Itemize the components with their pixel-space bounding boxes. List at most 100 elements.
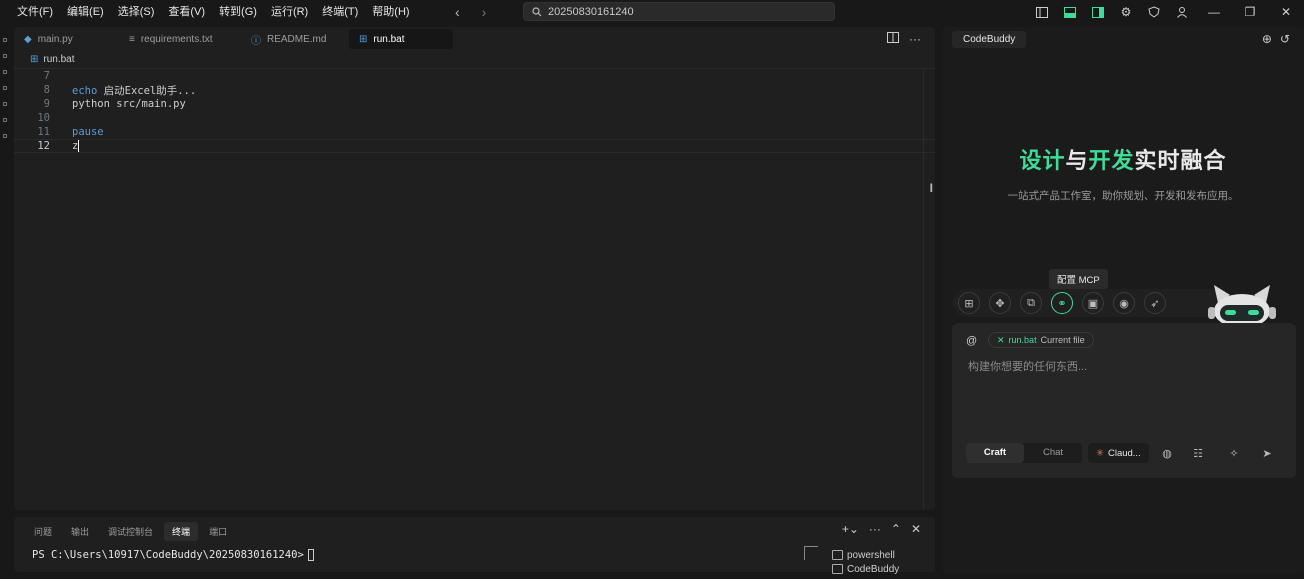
hero-part: 与 xyxy=(1065,148,1089,173)
minimize-icon[interactable]: — xyxy=(1196,0,1232,24)
checklist-icon[interactable]: ☷ xyxy=(1188,443,1208,463)
accounts-icon[interactable] xyxy=(3,134,7,138)
close-panel-icon[interactable]: ✕ xyxy=(911,522,921,536)
remote-icon[interactable] xyxy=(3,118,7,122)
toggle-panel-icon[interactable] xyxy=(1056,0,1084,24)
text-cursor-marker-icon: I xyxy=(929,181,933,195)
python-icon: ◆ xyxy=(24,33,32,45)
tab-output[interactable]: 输出 xyxy=(63,522,97,541)
more-actions-icon[interactable]: ··· xyxy=(869,522,881,536)
tab-run-bat[interactable]: ⊞ run.bat xyxy=(349,29,453,49)
line-number: 10 xyxy=(37,112,50,124)
tab-main-py[interactable]: ◆ main.py xyxy=(14,29,119,49)
close-icon[interactable]: ✕ xyxy=(1268,0,1304,24)
menu-edit[interactable]: 编辑(E) xyxy=(60,0,111,24)
codebuddy-tab[interactable]: CodeBuddy xyxy=(952,31,1027,48)
line-content: echo 启动Excel助手... xyxy=(72,83,196,98)
command-center-search[interactable]: 20250830161240 xyxy=(523,2,835,21)
components-icon[interactable]: ⧉ xyxy=(1020,292,1042,314)
source-control-icon[interactable] xyxy=(3,70,7,74)
vertical-scrollbar[interactable] xyxy=(923,69,935,510)
chat-input[interactable]: 构建你想要的任何东西... xyxy=(968,358,1087,374)
split-editor-icon[interactable] xyxy=(887,32,899,46)
menu-selection[interactable]: 选择(S) xyxy=(111,0,162,24)
debug-icon[interactable] xyxy=(3,86,7,90)
send-icon[interactable]: ➤ xyxy=(1257,443,1277,463)
menu-go[interactable]: 转到(G) xyxy=(212,0,264,24)
hero-title: 设计与开发实时融合 xyxy=(942,143,1304,175)
settings-gear-icon[interactable]: ⚙ xyxy=(1112,0,1140,24)
tab-label: run.bat xyxy=(373,33,405,45)
tooltip: 配置 MCP xyxy=(1049,269,1108,289)
terminal-item[interactable]: powershell xyxy=(832,548,932,562)
figma-icon[interactable]: ✥ xyxy=(989,292,1011,314)
mascot-robot-icon xyxy=(1208,285,1276,327)
tab-problems[interactable]: 问题 xyxy=(26,522,60,541)
keyword-token: pause xyxy=(72,126,104,138)
new-chat-icon[interactable]: ⊕ xyxy=(1262,32,1272,46)
text-file-icon: ≡ xyxy=(129,33,135,45)
toggle-primary-sidebar-icon[interactable] xyxy=(1028,0,1056,24)
shield-icon[interactable] xyxy=(1140,0,1168,24)
terminal-split-icon xyxy=(804,546,818,560)
mode-chat[interactable]: Chat xyxy=(1024,443,1082,463)
mode-switch: Craft Chat xyxy=(966,443,1082,463)
breadcrumb-file[interactable]: run.bat xyxy=(43,54,74,65)
menu-help[interactable]: 帮助(H) xyxy=(365,0,416,24)
more-actions-icon[interactable]: ··· xyxy=(909,32,921,46)
image-icon[interactable]: ▣ xyxy=(1082,292,1104,314)
menu-run[interactable]: 运行(R) xyxy=(264,0,315,24)
code-line: 7 xyxy=(14,69,935,83)
tab-debug-console[interactable]: 调试控制台 xyxy=(100,522,161,541)
history-icon[interactable]: ↺ xyxy=(1280,32,1290,46)
forward-arrow-icon[interactable]: › xyxy=(482,4,487,20)
tab-label: requirements.txt xyxy=(140,33,213,45)
editor-actions: ··· xyxy=(887,27,921,51)
sparkle-icon[interactable]: ✧ xyxy=(1224,443,1244,463)
explorer-icon[interactable] xyxy=(3,38,7,42)
toggle-secondary-sidebar-icon[interactable] xyxy=(1084,0,1112,24)
mention-icon[interactable]: @ xyxy=(966,335,977,347)
deploy-rocket-icon[interactable]: ➶ xyxy=(1144,292,1166,314)
line-content: pause xyxy=(72,126,104,138)
chat-input-box: @ ✕ run.bat Current file 构建你想要的任何东西... C… xyxy=(952,323,1296,478)
mode-craft[interactable]: Craft xyxy=(966,443,1024,463)
layout-icon[interactable]: ⊞ xyxy=(958,292,980,314)
maximize-panel-icon[interactable]: ⌃ xyxy=(891,522,901,536)
back-arrow-icon[interactable]: ‹ xyxy=(455,4,460,20)
extensions-icon[interactable] xyxy=(3,102,7,106)
menu-terminal[interactable]: 终端(T) xyxy=(315,0,365,24)
tab-ports[interactable]: 端口 xyxy=(201,522,235,541)
palette-icon[interactable]: ◍ xyxy=(1157,443,1177,463)
breadcrumb: ⊞ run.bat xyxy=(14,51,935,69)
windows-icon: ⊞ xyxy=(30,54,39,65)
terminal-item[interactable]: CodeBuddy xyxy=(832,562,932,576)
search-view-icon[interactable] xyxy=(3,54,7,58)
menu-bar: 文件(F) 编辑(E) 选择(S) 查看(V) 转到(G) 运行(R) 终端(T… xyxy=(10,0,417,24)
line-number: 12 xyxy=(37,140,50,152)
terminal-prompt[interactable]: PS C:\Users\10917\CodeBuddy\202508301612… xyxy=(32,549,314,561)
remove-context-icon[interactable]: ✕ xyxy=(997,335,1005,346)
model-selector[interactable]: ✳ Claud... xyxy=(1088,443,1149,463)
tab-terminal[interactable]: 终端 xyxy=(164,521,199,541)
nav-arrows: ‹ › xyxy=(455,0,486,24)
current-code-line: 12 z xyxy=(14,139,935,153)
terminal-list: powershell CodeBuddy xyxy=(832,548,932,576)
mcp-link-icon[interactable]: ⚭ xyxy=(1051,292,1073,314)
account-icon[interactable] xyxy=(1168,0,1196,24)
side-actions: ⊕ ↺ xyxy=(1262,32,1290,46)
line-number: 11 xyxy=(37,126,50,138)
menu-view[interactable]: 查看(V) xyxy=(161,0,212,24)
editor-group: ◆ main.py ≡ requirements.txt ⓘ README.md… xyxy=(14,27,935,510)
code-area[interactable]: 7 8 echo 启动Excel助手... 9 python src/main.… xyxy=(14,69,935,153)
restore-icon[interactable]: ❐ xyxy=(1232,0,1268,24)
menu-file[interactable]: 文件(F) xyxy=(10,0,60,24)
tab-readme-md[interactable]: ⓘ README.md xyxy=(241,29,349,49)
preview-eye-icon[interactable]: ◉ xyxy=(1113,292,1135,314)
windows-icon: ⊞ xyxy=(359,33,368,45)
context-chip[interactable]: ✕ run.bat Current file xyxy=(988,332,1094,348)
new-terminal-icon[interactable]: +⌄ xyxy=(842,522,859,536)
tab-requirements-txt[interactable]: ≡ requirements.txt xyxy=(119,29,241,49)
title-bar-actions: ⚙ — ❐ ✕ xyxy=(1028,0,1304,24)
hero-part: 开发 xyxy=(1088,148,1135,173)
